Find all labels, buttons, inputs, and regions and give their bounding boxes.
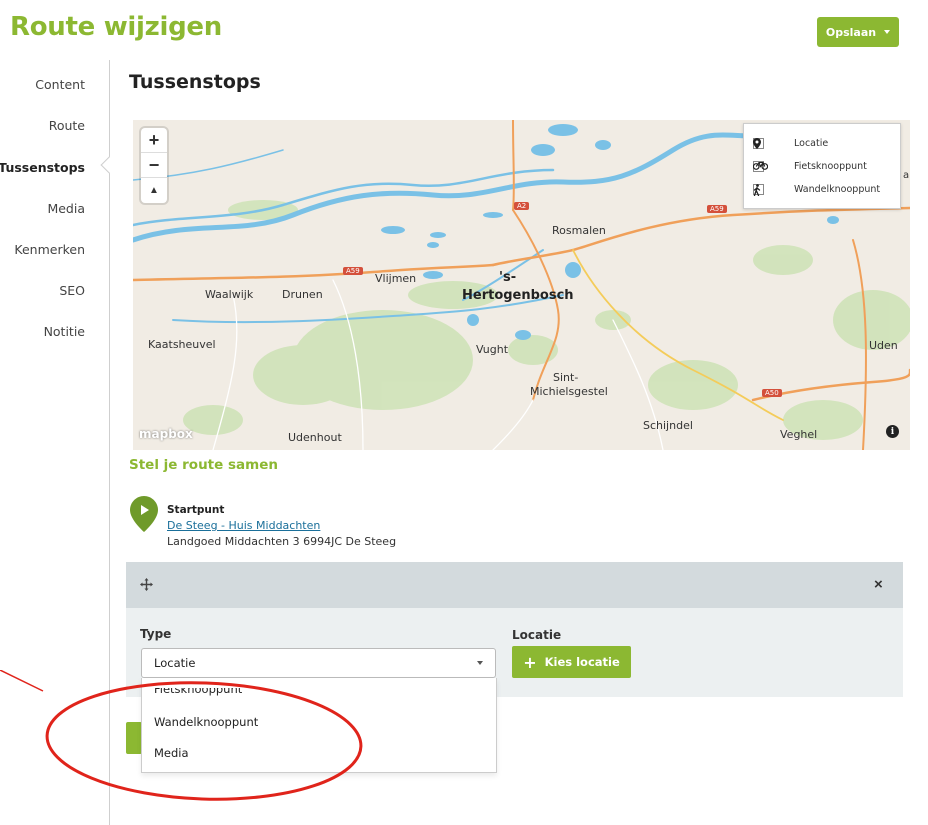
map-label: Vlijmen xyxy=(375,272,417,285)
sidebar-item-route[interactable]: Route xyxy=(49,118,85,133)
map-label: ai xyxy=(903,170,910,181)
sidebar-item-media[interactable]: Media xyxy=(47,201,85,216)
map-label: Hertogenbosch xyxy=(462,288,574,303)
info-icon[interactable]: i xyxy=(886,425,899,438)
save-button[interactable]: Opslaan xyxy=(817,17,899,47)
start-address: Landgoed Middachten 3 6994JC De Steeg xyxy=(167,535,397,548)
map[interactable]: + − ▲ Locatie Fietsknooppunt Wandelknoop… xyxy=(133,120,910,450)
map-label: Rosmalen xyxy=(552,224,606,237)
road-shield: A50 xyxy=(762,389,782,397)
start-location-link[interactable]: De Steeg - Huis Middachten xyxy=(167,519,320,532)
save-button-label: Opslaan xyxy=(825,25,877,39)
page-title: Route wijzigen xyxy=(10,12,222,42)
map-zoom-control: + − ▲ xyxy=(141,128,167,203)
road-shield: A59 xyxy=(343,267,363,275)
close-icon[interactable]: × xyxy=(874,576,883,593)
filter-fietsknooppunt[interactable]: Fietsknooppunt xyxy=(753,161,867,172)
filter-wandelknooppunt[interactable]: Wandelknooppunt xyxy=(753,184,881,196)
road-shield: A59 xyxy=(707,205,727,213)
map-label: Uden xyxy=(869,339,898,352)
map-label: Michielsgestel xyxy=(530,385,608,398)
move-icon[interactable] xyxy=(140,578,153,596)
section-title: Tussenstops xyxy=(129,71,261,93)
sidebar-item-notitie[interactable]: Notitie xyxy=(44,324,85,339)
map-label: 's- xyxy=(499,270,517,285)
annotation-ellipse xyxy=(0,670,363,801)
type-select-value: Locatie xyxy=(154,656,196,670)
map-label: Vught xyxy=(476,343,509,356)
chevron-down-icon xyxy=(477,661,483,665)
map-label: Udenhout xyxy=(288,431,342,444)
choose-location-button[interactable]: + Kies locatie xyxy=(512,646,631,678)
map-label: Waalwijk xyxy=(205,288,254,301)
map-label: Kaatsheuvel xyxy=(148,338,216,351)
filter-locatie[interactable]: Locatie xyxy=(753,138,828,149)
location-label: Locatie xyxy=(512,628,562,642)
filter-label: Locatie xyxy=(794,138,829,149)
choose-location-label: Kies locatie xyxy=(544,655,620,669)
sidebar-item-kenmerken[interactable]: Kenmerken xyxy=(14,242,85,257)
start-label: Startpunt xyxy=(167,504,225,516)
stop-panel-header: × xyxy=(126,562,903,608)
chevron-down-icon xyxy=(884,30,891,34)
map-label: Drunen xyxy=(282,288,323,301)
start-marker-icon xyxy=(130,496,158,537)
filter-label: Fietsknooppunt xyxy=(794,161,867,172)
zoom-in-button[interactable]: + xyxy=(141,128,167,153)
map-label: Schijndel xyxy=(643,419,693,432)
map-filter-legend: Locatie Fietsknooppunt Wandelknooppunt xyxy=(743,123,901,209)
plus-icon: + xyxy=(523,652,537,672)
map-label: Sint- xyxy=(553,371,579,384)
sidebar-item-tussenstops[interactable]: Tussenstops xyxy=(0,160,85,175)
map-label: Veghel xyxy=(780,428,818,441)
sidebar-item-seo[interactable]: SEO xyxy=(59,283,85,298)
sidebar-item-content[interactable]: Content xyxy=(35,77,85,92)
filter-label: Wandelknooppunt xyxy=(794,184,881,195)
active-indicator xyxy=(100,156,118,174)
type-label: Type xyxy=(140,627,172,641)
mapbox-logo[interactable]: mapbox xyxy=(139,427,193,441)
compass-button[interactable]: ▲ xyxy=(141,178,167,203)
road-shield: A2 xyxy=(514,202,530,210)
zoom-out-button[interactable]: − xyxy=(141,153,167,178)
compose-route-title: Stel je route samen xyxy=(129,457,278,473)
